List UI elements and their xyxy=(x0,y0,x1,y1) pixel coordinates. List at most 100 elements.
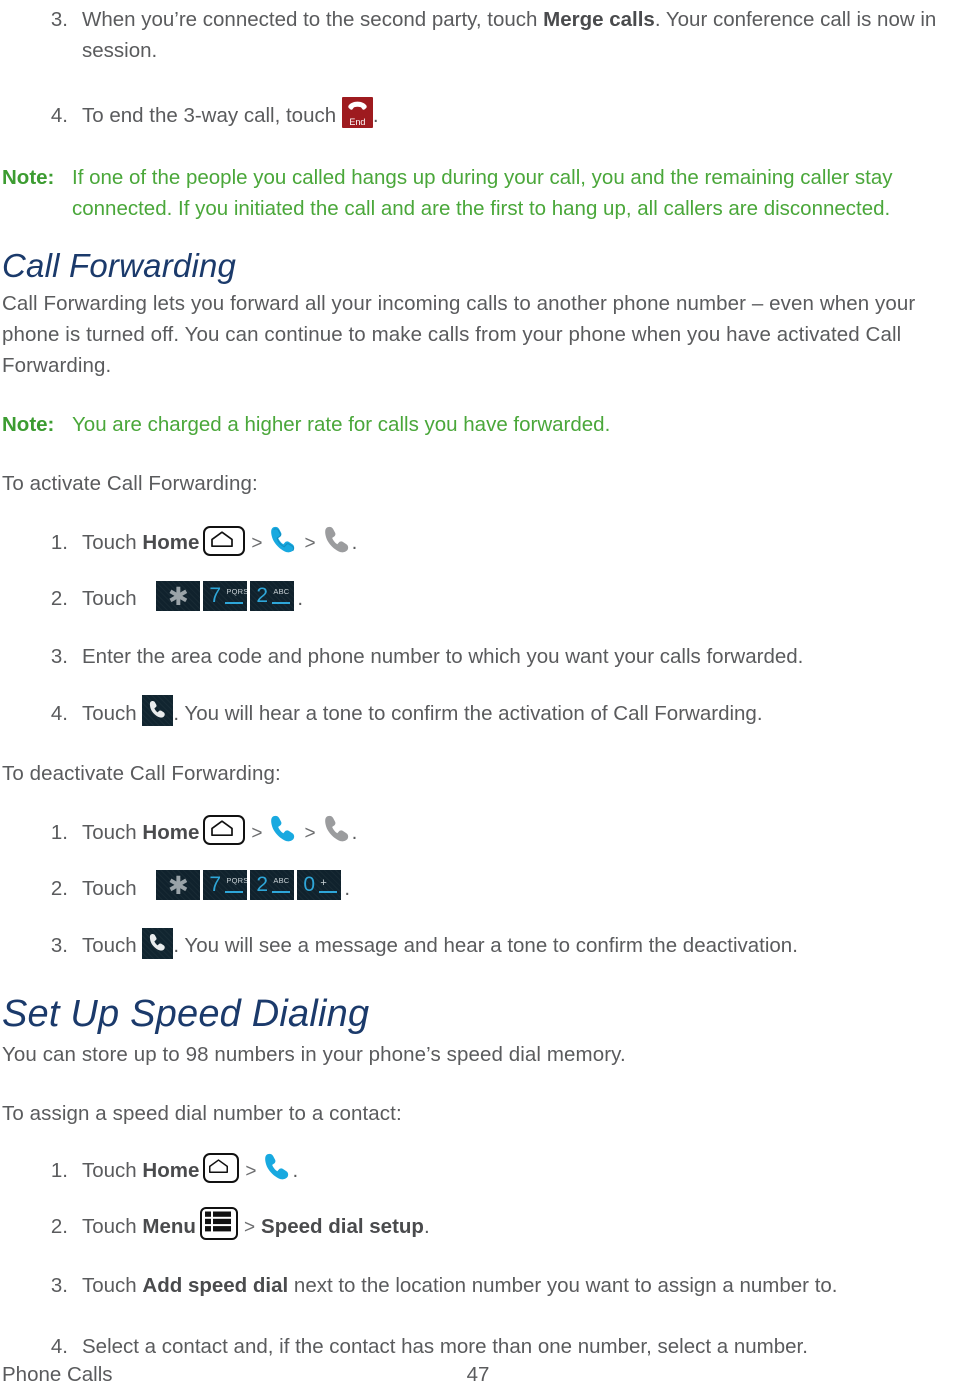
ui-label-home: Home xyxy=(142,820,200,844)
dialpad-key-underline xyxy=(225,891,244,894)
end-call-key-icon[interactable]: End xyxy=(341,97,373,129)
dialpad-key-glyph: 2 xyxy=(256,583,269,607)
list-item: 3. Touch Add speed dial next to the loca… xyxy=(2,1270,958,1301)
step-text-after: . xyxy=(372,104,379,127)
step-number: 3. xyxy=(50,8,68,31)
dialpad-key-star[interactable]: ✱ xyxy=(156,580,201,611)
path-separator: > xyxy=(243,1216,256,1238)
step-text: When you’re connected to the second part… xyxy=(82,4,958,66)
handset-glyph xyxy=(150,933,166,951)
step-text-before: Touch xyxy=(82,934,143,958)
step-text-after: next to the location number you want to … xyxy=(288,1273,838,1297)
list-item: 4. Touch . You will hear a tone to confi… xyxy=(2,694,958,730)
dialpad-key-letters: ABC xyxy=(273,586,290,596)
page-footer: Phone Calls 47 xyxy=(0,1360,960,1390)
step-text-after: . xyxy=(351,531,358,555)
step-text-before: Touch xyxy=(82,531,143,555)
footer-page-number: 47 xyxy=(0,1360,960,1390)
handset-glyph xyxy=(150,700,166,718)
note-block: Note: You are charged a higher rate for … xyxy=(2,409,958,440)
handset-down-glyph xyxy=(348,101,367,110)
dialpad-key-2[interactable]: 2 ABC xyxy=(250,580,295,611)
home-key-icon[interactable] xyxy=(203,815,246,846)
list-item: 3. Touch . You will see a message and he… xyxy=(2,927,958,962)
step-number: 4. xyxy=(50,104,68,127)
note-label: Note: xyxy=(2,413,55,437)
ui-label-home: Home xyxy=(142,1158,200,1182)
speed-dialing-intro: You can store up to 98 numbers in your p… xyxy=(2,1042,626,1066)
house-glyph xyxy=(209,1159,229,1174)
step-number: 2. xyxy=(50,1214,68,1238)
dialpad-key-7[interactable]: 7 PQRS xyxy=(203,580,248,611)
path-separator: > xyxy=(304,822,316,844)
home-key-icon[interactable] xyxy=(203,1153,240,1184)
step-text-after: . xyxy=(297,587,304,611)
step-text-after: . xyxy=(423,1214,430,1238)
house-glyph xyxy=(211,531,234,547)
ui-label-merge-calls: Merge calls xyxy=(543,8,655,31)
dialpad-key-2[interactable]: 2 ABC xyxy=(250,870,295,901)
dialpad-key-glyph: 0 xyxy=(303,873,316,897)
call-key-icon[interactable] xyxy=(142,927,174,959)
dialpad-key-underline xyxy=(225,601,244,604)
dialpad-key-glyph: ✱ xyxy=(167,872,189,901)
call-forwarding-intro: Call Forwarding lets you forward all you… xyxy=(2,292,916,378)
dialpad-key-7[interactable]: 7 PQRS xyxy=(203,870,248,901)
home-key-icon[interactable] xyxy=(203,525,246,556)
dialpad-key-0[interactable]: 0 + xyxy=(297,870,342,901)
step-number: 1. xyxy=(50,820,68,844)
step-text: Touch ✱ 7 PQRS 2 ABC. xyxy=(82,580,958,615)
list-item: 2. Touch ✱ 7 PQRS 2 ABC. xyxy=(2,580,958,615)
step-text-before: Touch xyxy=(82,1214,143,1238)
step-text-before: Touch xyxy=(82,820,143,844)
dialpad-key-underline xyxy=(272,601,291,604)
step-text-after: . xyxy=(292,1158,299,1182)
step-text-before: Touch xyxy=(82,701,143,725)
dialpad-key-glyph: 2 xyxy=(256,873,269,897)
note-text: You are charged a higher rate for calls … xyxy=(72,413,611,437)
note-label: Note: xyxy=(2,166,55,190)
phone-handset-blue-icon[interactable] xyxy=(262,1152,292,1180)
step-text-before: Touch xyxy=(82,1273,143,1297)
path-separator: > xyxy=(245,1160,257,1182)
list-item: 3. Enter the area code and phone number … xyxy=(2,641,958,672)
deactivate-lead-in: To deactivate Call Forwarding: xyxy=(2,761,281,785)
assign-lead-in: To assign a speed dial number to a conta… xyxy=(2,1101,402,1125)
step-number: 2. xyxy=(50,587,68,611)
step-text-before: When you’re connected to the second part… xyxy=(82,8,544,31)
step-text: Touch Add speed dial next to the locatio… xyxy=(82,1270,958,1301)
phone-handset-gray-icon[interactable] xyxy=(322,525,352,553)
dialpad-key-letters: PQRS xyxy=(226,876,248,886)
note-block: Note: If one of the people you called ha… xyxy=(2,162,958,224)
phone-handset-blue-icon[interactable] xyxy=(268,814,298,842)
step-text-after: . You will hear a tone to confirm the ac… xyxy=(173,701,763,725)
footer-page-number-value: 47 xyxy=(466,1363,490,1386)
section-heading-call-forwarding: Call Forwarding xyxy=(2,247,237,285)
step-number: 4. xyxy=(50,701,68,725)
ui-label-add-speed-dial: Add speed dial xyxy=(142,1273,289,1297)
dialpad-key-glyph: 7 xyxy=(209,873,222,897)
step-text: Enter the area code and phone number to … xyxy=(82,644,804,668)
step-text-after: . You will see a message and hear a tone… xyxy=(173,934,798,958)
dialpad-key-letters: ABC xyxy=(273,876,290,886)
step-number: 3. xyxy=(50,934,68,958)
list-item: 3. When you’re connected to the second p… xyxy=(2,4,958,66)
dialpad-key-glyph: 7 xyxy=(209,583,222,607)
step-number: 3. xyxy=(50,644,68,668)
phone-handset-gray-icon[interactable] xyxy=(322,814,352,842)
list-item: 1. Touch Home >. xyxy=(2,1152,958,1187)
step-text: Touch . You will hear a tone to confirm … xyxy=(82,694,958,730)
dialpad-key-underline xyxy=(272,891,291,894)
call-key-icon[interactable] xyxy=(142,694,174,726)
menu-key-icon[interactable] xyxy=(199,1206,238,1240)
ui-label-home: Home xyxy=(142,531,200,555)
dialpad-key-star[interactable]: ✱ xyxy=(156,870,201,901)
phone-handset-blue-icon[interactable] xyxy=(268,525,298,553)
step-text: To end the 3-way call, touch End. xyxy=(82,97,958,132)
note-text: If one of the people you called hangs up… xyxy=(72,166,893,221)
list-item: 4. Select a contact and, if the contact … xyxy=(2,1331,958,1362)
step-text: Touch ✱ 7 PQRS 2 ABC 0 +. xyxy=(82,870,958,905)
ui-label-menu: Menu xyxy=(142,1214,196,1238)
list-item: 1. Touch Home > >. xyxy=(2,525,958,559)
step-text: Touch Home > >. xyxy=(82,525,958,559)
